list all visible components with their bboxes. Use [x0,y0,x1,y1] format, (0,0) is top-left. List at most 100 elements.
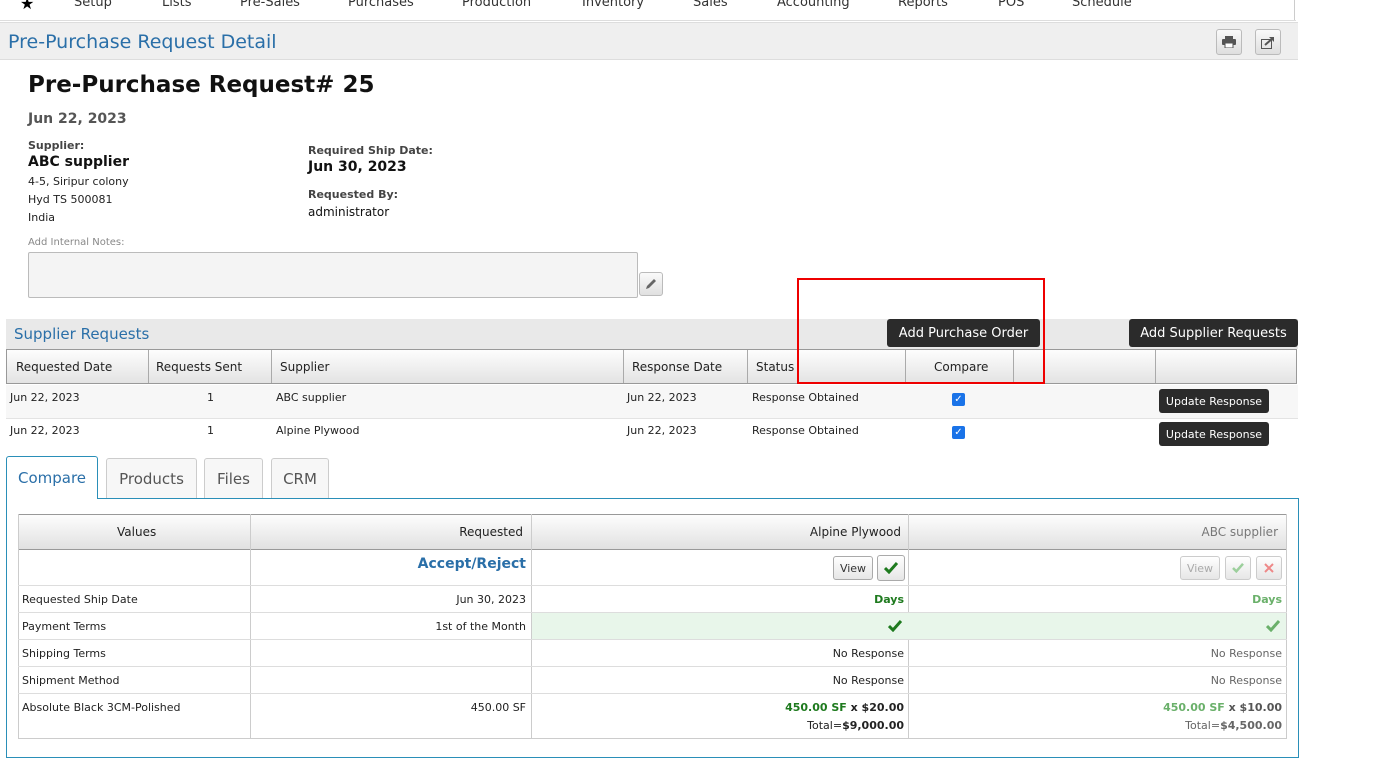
alpine-accept-button[interactable] [877,555,905,581]
check-icon [1232,563,1244,573]
requested-date-cell: Jun 22, 2023 [10,391,80,404]
supplier-cell: ABC supplier [276,391,347,404]
col-supplier[interactable]: Supplier [280,360,329,374]
alpine-total: $9,000.00 [842,719,904,732]
request-date: Jun 22, 2023 [28,111,127,127]
requested-by-value: administrator [308,205,390,219]
abc-qty: 450.00 SF [1163,701,1225,714]
supplier-address-line1: 4-5, Siripur colony [28,175,129,188]
col-alpine-plywood: Alpine Plywood [809,525,901,539]
pencil-icon [646,279,656,289]
table-row: Jun 22, 2023 1 Alpine Plywood Jun 22, 20… [6,418,1298,451]
check-icon [887,617,903,636]
nav-inventory[interactable]: Inventory [582,0,644,10]
check-icon [1265,617,1281,636]
nav-pre-sales[interactable]: Pre-Sales [240,0,300,10]
nav-purchases[interactable]: Purchases [348,0,414,10]
requested-value: Jun 30, 2023 [456,593,526,606]
nav-accounting[interactable]: Accounting [777,0,850,10]
requests-sent-cell: 1 [207,424,214,437]
supplier-address-line3: India [28,211,55,224]
requested-by-label: Requested By: [308,188,399,201]
check-icon [884,562,898,574]
col-abc-supplier: ABC supplier [1201,525,1279,539]
row-label: Shipment Method [22,674,120,687]
col-requests-sent[interactable]: Requests Sent [156,360,242,374]
update-response-button[interactable]: Update Response [1159,389,1269,413]
row-label: Requested Ship Date [22,593,138,606]
row-label: Absolute Black 3CM-Polished [22,701,181,714]
nav-schedule[interactable]: Schedule [1072,0,1132,10]
alpine-total-line: Total=$9,000.00 [531,719,904,732]
supplier-requests-title: Supplier Requests [14,325,150,343]
compare-checkbox[interactable]: ✓ [952,393,965,406]
status-cell: Response Obtained [752,424,859,437]
supplier-address-line2: Hyd TS 500081 [28,193,113,206]
abc-total-line: Total=$4,500.00 [908,719,1282,732]
supplier-requests-table-header: Requested Date Requests Sent Supplier Re… [6,349,1297,384]
requested-value: 450.00 SF [470,701,526,714]
accept-reject-label: Accept/Reject [417,556,526,572]
requested-value: 1st of the Month [435,620,526,633]
col-requested: Requested [459,525,523,539]
nav-setup[interactable]: Setup [74,0,112,10]
add-supplier-requests-button[interactable]: Add Supplier Requests [1129,319,1298,347]
requested-date-cell: Jun 22, 2023 [10,424,80,437]
tab-files[interactable]: Files [204,458,263,498]
share-icon[interactable] [1255,29,1281,55]
table-row: Jun 22, 2023 1 ABC supplier Jun 22, 2023… [6,385,1298,419]
response-date-cell: Jun 22, 2023 [627,391,697,404]
alpine-view-button[interactable]: View [833,556,873,580]
ship-date-label: Required Ship Date: [308,144,433,157]
abc-value: No Response [1210,674,1282,687]
nav-production[interactable]: Production [462,0,531,10]
abc-price: x $10.00 [1228,701,1282,714]
nav-pos[interactable]: POS [998,0,1024,10]
top-navigation: ★ Setup Lists Pre-Sales Purchases Produc… [0,0,1296,21]
abc-accept-button[interactable] [1225,556,1251,580]
supplier-label: Supplier: [28,139,85,152]
col-requested-date[interactable]: Requested Date [16,360,112,374]
alpine-total-label: Total= [807,719,843,732]
col-values: Values [117,525,157,539]
star-icon[interactable]: ★ [20,0,34,13]
alpine-value: No Response [832,647,904,660]
page-header: Pre-Purchase Request Detail [0,22,1298,60]
tab-compare[interactable]: Compare [6,456,98,499]
abc-total: $4,500.00 [1220,719,1282,732]
printer-icon[interactable] [1216,29,1242,55]
compare-table-header: Values Requested Alpine Plywood ABC supp… [18,514,1287,550]
supplier-requests-bar: Supplier Requests [6,319,1298,349]
nav-lists[interactable]: Lists [162,0,192,10]
tab-products[interactable]: Products [106,458,197,498]
nav-reports[interactable]: Reports [898,0,948,10]
alpine-price: x $20.00 [850,701,904,714]
ship-date-value: Jun 30, 2023 [308,159,407,175]
edit-notes-button[interactable] [639,272,663,296]
nav-sales[interactable]: Sales [693,0,728,10]
request-heading: Pre-Purchase Request# 25 [28,72,375,98]
abc-total-label: Total= [1185,719,1221,732]
response-date-cell: Jun 22, 2023 [627,424,697,437]
abc-view-button[interactable]: View [1180,556,1220,580]
row-label: Payment Terms [22,620,107,633]
alpine-price-line: 450.00 SF x $20.00 [531,701,904,714]
tab-crm[interactable]: CRM [271,458,329,498]
supplier-name: ABC supplier [28,154,129,170]
status-cell: Response Obtained [752,391,859,404]
update-response-button[interactable]: Update Response [1159,422,1269,446]
payment-terms-highlight [532,613,1286,639]
alpine-value: No Response [832,674,904,687]
col-status[interactable]: Status [756,360,794,374]
abc-reject-button[interactable] [1256,556,1282,580]
close-icon [1264,563,1274,573]
page-title: Pre-Purchase Request Detail [8,31,277,53]
abc-value: Days [1252,593,1282,606]
highlight-box [797,278,1045,384]
compare-checkbox[interactable]: ✓ [952,426,965,439]
supplier-cell: Alpine Plywood [276,424,360,437]
row-label: Shipping Terms [22,647,106,660]
internal-notes-textarea[interactable] [28,252,638,298]
abc-value: No Response [1210,647,1282,660]
col-response-date[interactable]: Response Date [632,360,722,374]
